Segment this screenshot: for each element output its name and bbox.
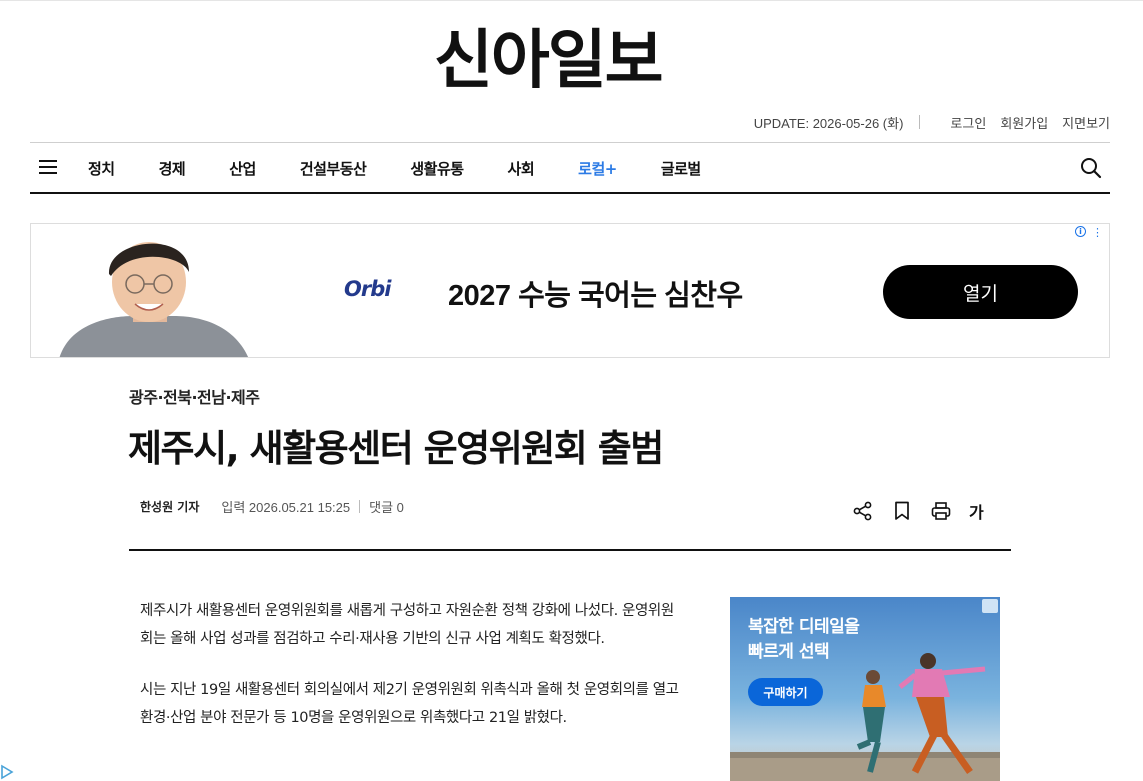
ad-more-icon[interactable]: ⋮ — [1092, 226, 1103, 239]
menu-icon[interactable] — [39, 160, 57, 174]
divider — [359, 499, 361, 513]
adchoices-icon[interactable] — [982, 599, 998, 613]
article-headline: 제주시, 새활용센터 운영위원회 출범 — [128, 427, 664, 470]
nav-item-economy[interactable]: 경제 — [159, 158, 186, 179]
article-section[interactable]: 광주·전북·전남·제주 — [129, 384, 260, 408]
nav-item-local[interactable]: 로컬+ — [578, 158, 617, 179]
comment-count[interactable]: 댓글 0 — [369, 497, 404, 516]
side-ad-buy-button[interactable]: 구매하기 — [748, 678, 823, 706]
main-nav: 정치 경제 산업 건설부동산 생활유통 사회 로컬+ 글로벌 — [30, 142, 1110, 194]
ad-brand-logo: Orbi — [344, 277, 391, 301]
publish-date: 입력 2026.05.21 15:25 — [221, 499, 351, 515]
side-ad[interactable]: 복잡한 디테일을 빠르게 선택 구매하기 — [730, 597, 1000, 781]
nav-item-global[interactable]: 글로벌 — [661, 158, 701, 179]
font-size-button[interactable]: 가 — [969, 499, 984, 523]
article-body: 제주시가 새활용센터 운영위원회를 새롭게 구성하고 자원순환 정책 강화에 나… — [140, 597, 685, 755]
utility-bar: UPDATE: 2026-05-26 (화) 로그인 회원가입 지면보기 — [754, 112, 1110, 132]
ad-info[interactable]: i ⋮ — [1075, 226, 1103, 239]
byline: 한성원 기자 입력 2026.05.21 15:25 댓글 0 — [140, 497, 404, 515]
ad-person-image — [59, 242, 248, 357]
search-icon[interactable] — [1080, 157, 1102, 179]
divider — [919, 115, 921, 129]
paragraph: 제주시가 새활용센터 운영위원회를 새롭게 구성하고 자원순환 정책 강화에 나… — [140, 603, 674, 647]
side-ad-title-line: 복잡한 디테일을 — [748, 617, 860, 637]
print-icon[interactable] — [930, 500, 952, 522]
adchoices-icon[interactable] — [0, 763, 14, 781]
ad-open-button[interactable]: 열기 — [883, 265, 1078, 319]
site-logo[interactable]: 신아일보 — [434, 23, 664, 99]
author-name[interactable]: 한성원 기자 — [140, 498, 199, 515]
signup-link[interactable]: 회원가입 — [1000, 113, 1048, 132]
paragraph: 시는 지난 19일 새활용센터 회의실에서 제2기 운영위원회 위촉식과 올해 … — [140, 682, 679, 726]
nav-items: 정치 경제 산업 건설부동산 생활유통 사회 로컬+ 글로벌 — [88, 143, 745, 193]
side-ad-title-line: 빠르게 선택 — [748, 642, 830, 662]
header-rule — [129, 549, 1011, 551]
share-icon[interactable] — [852, 500, 874, 522]
ad-info-icon[interactable]: i — [1075, 226, 1086, 237]
article-tools: 가 — [852, 499, 984, 523]
bookmark-icon[interactable] — [891, 500, 913, 522]
nav-item-living[interactable]: 생활유통 — [410, 158, 464, 179]
ad-headline: 2027 수능 국어는 심찬우 — [448, 280, 743, 312]
side-ad-title: 복잡한 디테일을 빠르게 선택 — [748, 615, 860, 665]
epaper-link[interactable]: 지면보기 — [1062, 113, 1110, 132]
masthead: 신아일보 UPDATE: 2026-05-26 (화) 로그인 회원가입 지면보… — [0, 0, 1143, 131]
nav-item-politics[interactable]: 정치 — [88, 158, 115, 179]
login-link[interactable]: 로그인 — [950, 113, 986, 132]
ad-banner[interactable]: Orbi 2027 수능 국어는 심찬우 열기 i ⋮ — [30, 223, 1110, 358]
nav-item-industry[interactable]: 산업 — [229, 158, 256, 179]
update-date: UPDATE: 2026-05-26 (화) — [753, 115, 904, 131]
nav-item-society[interactable]: 사회 — [508, 158, 535, 179]
nav-item-construction[interactable]: 건설부동산 — [300, 158, 367, 179]
